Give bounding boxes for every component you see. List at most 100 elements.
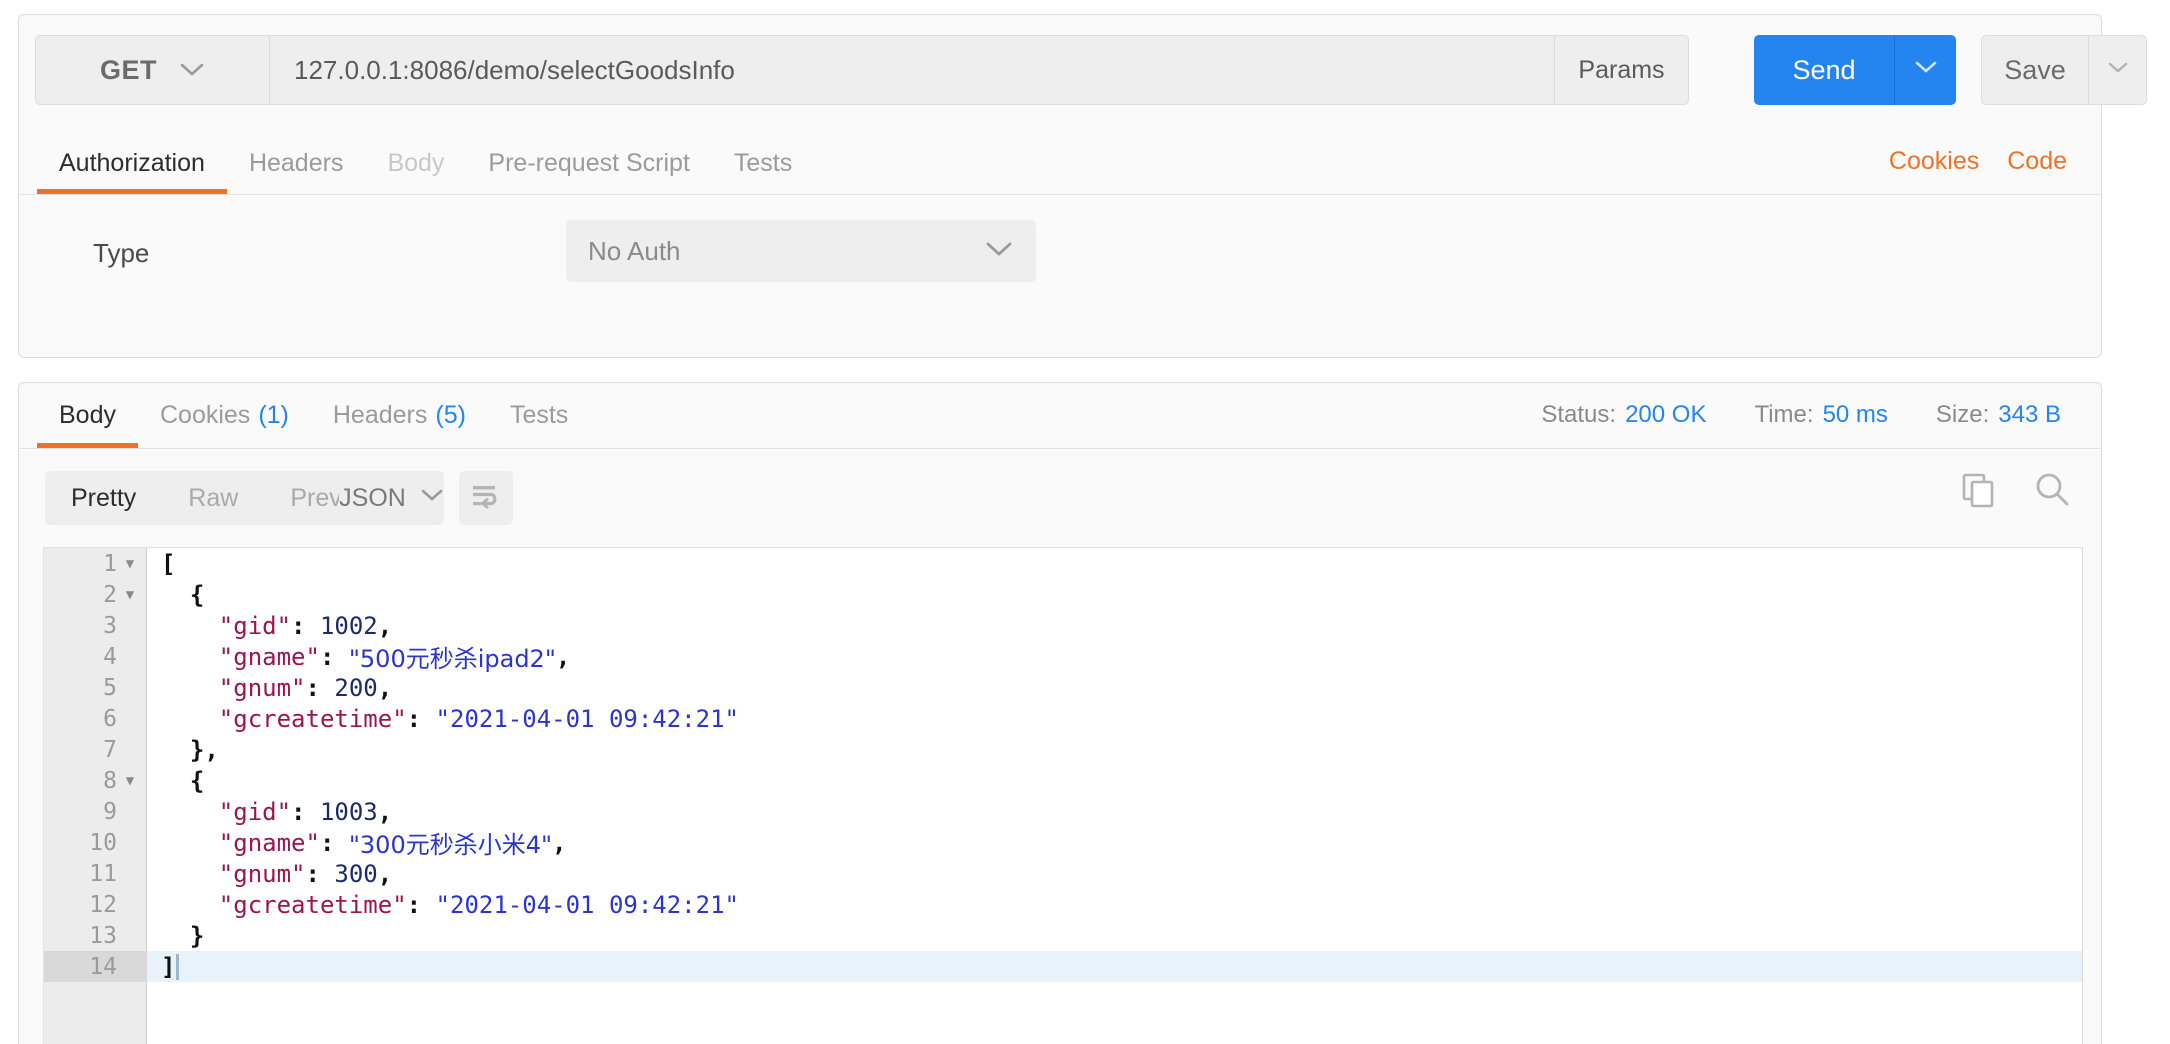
response-meta: Status: 200 OK Time: 50 ms Size: 343 B xyxy=(1541,401,2061,429)
word-wrap-button[interactable] xyxy=(459,471,513,525)
code-link[interactable]: Code xyxy=(2007,147,2067,176)
http-method-selector[interactable]: GET xyxy=(35,35,270,105)
postman-window: GET 127.0.0.1:8086/demo/selectGoodsInfo … xyxy=(0,0,2170,1044)
response-panel: Body Cookies (1) Headers (5) Tests Statu… xyxy=(18,382,2102,1044)
line-number: 1 ▼ xyxy=(44,548,147,579)
tab-label: Authorization xyxy=(59,149,205,177)
response-body-toolbar: Pretty Raw Preview JSON xyxy=(19,449,2101,545)
code-line: 13 } xyxy=(44,920,2082,951)
request-panel: GET 127.0.0.1:8086/demo/selectGoodsInfo … xyxy=(18,14,2147,358)
chevron-down-icon xyxy=(179,62,205,78)
save-options-button[interactable] xyxy=(2089,35,2147,105)
send-button[interactable]: Send xyxy=(1754,35,1894,105)
size-indicator: Size: 343 B xyxy=(1936,401,2061,429)
tab-tests[interactable]: Tests xyxy=(712,133,814,194)
code-line: 2 ▼ { xyxy=(44,579,2082,610)
tab-count: (1) xyxy=(258,401,289,429)
code-text: "gnum": 200, xyxy=(218,673,393,702)
status-indicator: Status: 200 OK xyxy=(1541,401,1706,429)
tab-body[interactable]: Body xyxy=(365,133,466,194)
code-text: "gcreatetime": "2021-04-01 09:42:21" xyxy=(218,704,739,733)
fold-toggle-icon[interactable]: ▼ xyxy=(123,588,137,602)
time-value: 50 ms xyxy=(1822,401,1888,428)
response-body-editor[interactable]: 1 ▼[2 ▼ {3 "gid": 1002, 4 "gname": "500元秒杀i… xyxy=(43,547,2083,1044)
chevron-down-icon xyxy=(984,240,1014,263)
code-line: 4 "gname": "500元秒杀ipad2", xyxy=(44,641,2082,674)
response-tab-headers[interactable]: Headers (5) xyxy=(311,383,488,448)
save-button[interactable]: Save xyxy=(1981,35,2089,105)
tab-headers[interactable]: Headers xyxy=(227,133,366,194)
code-line: 10 "gname": "300元秒杀小米4", xyxy=(44,827,2082,860)
line-number: 11 xyxy=(89,860,117,887)
url-value: 127.0.0.1:8086/demo/selectGoodsInfo xyxy=(294,54,735,85)
code-text: [ xyxy=(161,549,176,578)
auth-type-select[interactable]: No Auth xyxy=(566,220,1036,282)
response-tab-body[interactable]: Body xyxy=(37,383,138,448)
search-button[interactable] xyxy=(2033,471,2071,514)
status-label: Status: xyxy=(1541,401,1617,428)
time-indicator: Time: 50 ms xyxy=(1754,401,1887,429)
code-text: "gid": 1002, xyxy=(218,611,393,640)
code-line: 14] xyxy=(44,951,2082,982)
tab-pre-request-script[interactable]: Pre-request Script xyxy=(466,133,711,194)
request-tabs: Authorization Headers Body Pre-request S… xyxy=(19,133,2101,195)
save-label: Save xyxy=(2004,54,2066,85)
line-number: 10 xyxy=(89,829,117,856)
send-button-group: Send xyxy=(1754,35,1956,105)
copy-button[interactable] xyxy=(1959,471,1997,514)
code-line: 11 "gnum": 300, xyxy=(44,858,2082,889)
code-line: 1 ▼ [ xyxy=(44,548,2082,579)
code-text: }, xyxy=(189,735,219,764)
view-mode-raw[interactable]: Raw xyxy=(162,471,264,525)
authorization-panel: Type No Auth xyxy=(19,195,2101,358)
line-number: 9 xyxy=(103,798,117,825)
fold-toggle-icon[interactable]: ▼ xyxy=(123,774,137,788)
send-label: Send xyxy=(1792,54,1856,85)
code-text: "gname": "500元秒杀ipad2", xyxy=(218,642,571,674)
response-body-actions xyxy=(1959,471,2071,514)
tab-label: Tests xyxy=(733,149,793,177)
save-button-group: Save xyxy=(1981,35,2147,105)
response-tab-tests[interactable]: Tests xyxy=(488,383,590,448)
code-text: "gnum": 300, xyxy=(218,859,393,888)
status-value: 200 OK xyxy=(1625,401,1707,428)
tab-label: Headers xyxy=(332,401,428,429)
line-number: 5 xyxy=(103,674,117,701)
size-value: 343 B xyxy=(1998,401,2061,428)
tab-authorization[interactable]: Authorization xyxy=(37,133,227,194)
cookies-link[interactable]: Cookies xyxy=(1889,147,1979,176)
fold-toggle-icon[interactable]: ▼ xyxy=(123,557,137,571)
send-options-button[interactable] xyxy=(1894,35,1956,105)
view-mode-label: Pretty xyxy=(71,483,137,512)
auth-type-label: Type xyxy=(93,238,150,268)
code-line: 5 "gnum": 200, xyxy=(44,672,2082,703)
request-links: Cookies Code xyxy=(1889,147,2067,176)
params-label: Params xyxy=(1578,55,1665,84)
line-number: 4 xyxy=(103,643,117,670)
tab-label: Cookies xyxy=(159,401,251,429)
params-button[interactable]: Params xyxy=(1555,35,1689,105)
tab-label: Body xyxy=(59,401,116,429)
line-number: 14 xyxy=(44,951,147,982)
url-bar: GET 127.0.0.1:8086/demo/selectGoodsInfo … xyxy=(35,35,1689,105)
time-label: Time: xyxy=(1754,401,1814,428)
format-select[interactable]: JSON xyxy=(339,471,444,525)
http-method-label: GET xyxy=(99,54,157,85)
line-number: 12 xyxy=(89,891,117,918)
tab-label: Body xyxy=(387,149,445,177)
code-text: } xyxy=(189,921,205,950)
view-mode-label: Raw xyxy=(188,483,239,512)
view-mode-pretty[interactable]: Pretty xyxy=(45,471,162,525)
search-icon xyxy=(2033,471,2071,514)
line-number: 2 ▼ xyxy=(44,579,147,610)
code-lines: 1 ▼[2 ▼ {3 "gid": 1002, 4 "gname": "500元秒杀i… xyxy=(44,548,2082,982)
response-tab-cookies[interactable]: Cookies (1) xyxy=(138,383,311,448)
tab-label: Headers xyxy=(248,149,344,177)
tab-label: Pre-request Script xyxy=(488,149,690,177)
url-input[interactable]: 127.0.0.1:8086/demo/selectGoodsInfo xyxy=(270,35,1555,105)
line-number: 3 xyxy=(103,612,117,639)
code-line: 3 "gid": 1002, xyxy=(44,610,2082,641)
code-line: 7 }, xyxy=(44,734,2082,765)
word-wrap-icon xyxy=(470,482,502,515)
size-label: Size: xyxy=(1935,401,1990,428)
